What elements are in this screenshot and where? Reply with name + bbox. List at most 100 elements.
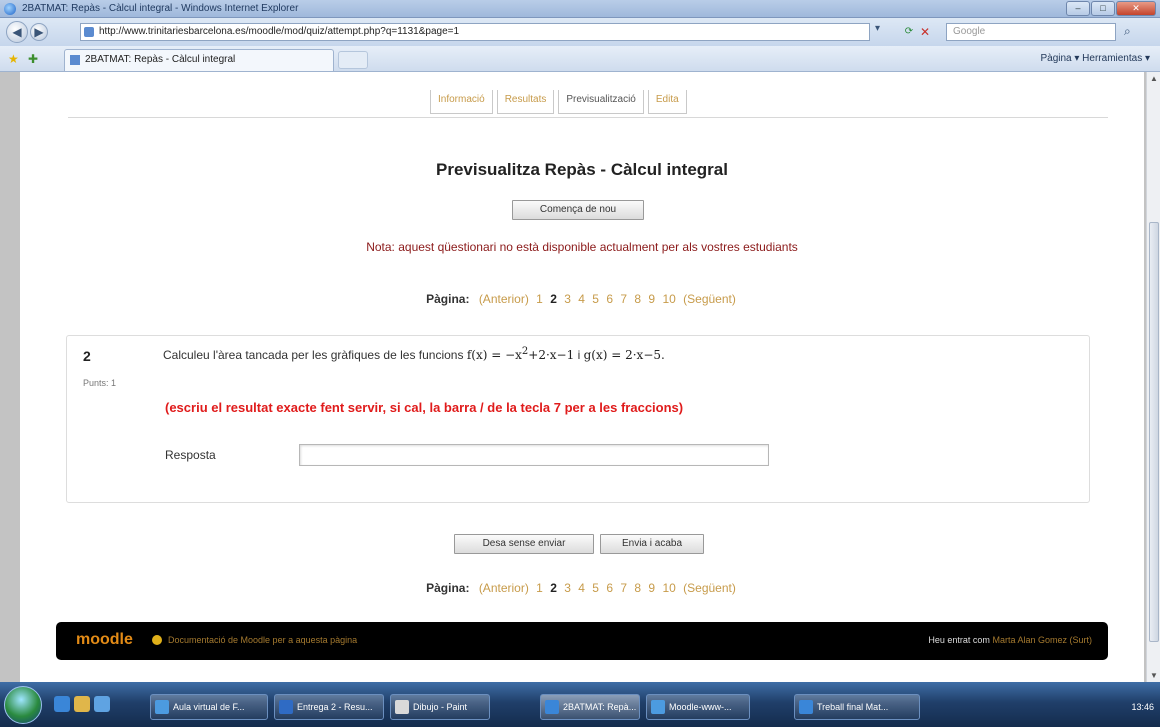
page-current: 2 — [550, 581, 557, 595]
scroll-up-icon[interactable]: ▲ — [1150, 74, 1158, 83]
page-title: Previsualitza Repàs - Càlcul integral — [436, 160, 728, 179]
logged-in-prefix: Heu entrat com — [928, 635, 990, 645]
restart-button[interactable]: Comença de nou — [512, 200, 644, 220]
taskbar-item-active[interactable]: 2BATMAT: Repà... — [540, 694, 640, 720]
system-tray: 13:46 — [1000, 694, 1160, 720]
tab-resultats[interactable]: Resultats — [496, 90, 555, 114]
question-conjunction: i — [577, 348, 581, 362]
taskbar-item[interactable]: Moodle-www-... — [646, 694, 750, 720]
page-link-1[interactable]: 1 — [536, 581, 543, 595]
page-current: 2 — [550, 292, 557, 306]
tab-informacio[interactable]: Informació — [430, 90, 493, 114]
tab-edita[interactable]: Edita — [647, 90, 687, 114]
search-icon[interactable]: ⌕ — [1124, 24, 1131, 39]
page-link-5[interactable]: 5 — [592, 292, 599, 306]
moodle-footer: moodle Documentació de Moodle per a aque… — [56, 622, 1108, 660]
user-link[interactable]: Marta Alan Gomez — [992, 635, 1067, 645]
tab-previsualitzacio[interactable]: Previsualització — [558, 90, 644, 114]
answer-label: Resposta — [165, 448, 216, 462]
page-link-9[interactable]: 9 — [648, 292, 655, 306]
page-link-7[interactable]: 7 — [620, 581, 627, 595]
window-title: 2BATMAT: Repàs - Càlcul integral - Windo… — [22, 3, 299, 14]
page-link-6[interactable]: 6 — [606, 292, 613, 306]
browser-tab[interactable]: 2BATMAT: Repàs - Càlcul integral — [64, 49, 334, 71]
taskbar-item[interactable]: Entrega 2 - Resu... — [274, 694, 384, 720]
taskbar-item[interactable]: Treball final Mat... — [794, 694, 920, 720]
function-g: g(x) = 2·x−5. — [583, 348, 665, 362]
favorites-star-icon[interactable]: ★ — [8, 52, 19, 66]
tab-page-icon — [70, 55, 80, 65]
question-number: 2 — [83, 348, 91, 364]
page-link-3[interactable]: 3 — [564, 581, 571, 595]
moodle-docs-link[interactable]: Documentació de Moodle per a aquesta pàg… — [168, 635, 357, 645]
page-link-7[interactable]: 7 — [620, 292, 627, 306]
page-link-4[interactable]: 4 — [578, 581, 585, 595]
pagination-label: Pàgina: — [426, 581, 470, 595]
info-icon — [152, 635, 162, 645]
window-controls: – □ ✕ — [1066, 1, 1156, 17]
taskbar-item[interactable]: Dibujo - Paint — [390, 694, 490, 720]
page-next-link[interactable]: (Següent) — [683, 292, 736, 306]
submit-all-button[interactable]: Envia i acaba — [600, 534, 704, 554]
address-bar-row: ◀ ▶ http://www.trinitariesbarcelona.es/m… — [0, 18, 1160, 46]
page-link-3[interactable]: 3 — [564, 292, 571, 306]
question-prompt: Calculeu l'àrea tancada per les gràfique… — [163, 348, 464, 362]
page-prev-link[interactable]: (Anterior) — [479, 292, 529, 306]
divider — [68, 117, 1108, 118]
page-link-10[interactable]: 10 — [662, 581, 675, 595]
page-link-8[interactable]: 8 — [634, 292, 641, 306]
search-input[interactable]: Google — [946, 23, 1116, 41]
question-box: 2 Punts: 1 Calculeu l'àrea tancada per l… — [66, 335, 1090, 503]
windows-taskbar: Aula virtual de F... Entrega 2 - Resu...… — [0, 682, 1160, 727]
new-tab-button[interactable] — [338, 51, 368, 69]
close-button[interactable]: ✕ — [1116, 1, 1156, 16]
pagination-bottom: Pàgina: (Anterior) 1 2 3 4 5 6 7 8 9 10 … — [20, 581, 1144, 595]
question-text: Calculeu l'àrea tancada per les gràfique… — [163, 346, 665, 362]
quiz-tabs: Informació Resultats Previsualització Ed… — [430, 90, 687, 114]
answer-input[interactable] — [299, 444, 769, 466]
command-bar[interactable]: Pàgina ▾ Herramientas ▾ — [1040, 53, 1150, 64]
url-text: http://www.trinitariesbarcelona.es/moodl… — [99, 26, 460, 37]
page-link-9[interactable]: 9 — [648, 581, 655, 595]
vertical-scrollbar[interactable]: ▲ ▼ — [1146, 72, 1160, 682]
page-next-link[interactable]: (Següent) — [683, 581, 736, 595]
function-f: f(x) = −x2+2·x−1 — [466, 346, 575, 362]
answer-format-warning: (escriu el resultat exacte fent servir, … — [165, 400, 684, 415]
question-points: Punts: 1 — [83, 378, 117, 388]
taskbar-item[interactable]: Aula virtual de F... — [150, 694, 268, 720]
folder-quicklaunch-icon[interactable] — [74, 696, 90, 712]
page-link-4[interactable]: 4 — [578, 292, 585, 306]
browser-viewport: Informació Resultats Previsualització Ed… — [0, 72, 1160, 682]
add-favorite-icon[interactable]: ✚ — [28, 52, 38, 66]
moodle-logo[interactable]: moodle — [76, 631, 133, 649]
address-input[interactable]: http://www.trinitariesbarcelona.es/moodl… — [80, 23, 870, 41]
ie-icon — [4, 3, 16, 15]
pagination-top: Pàgina: (Anterior) 1 2 3 4 5 6 7 8 9 10 … — [20, 292, 1144, 306]
logged-in-info: Heu entrat com Marta Alan Gomez (Surt) — [928, 635, 1092, 645]
logout-link[interactable]: (Surt) — [1070, 635, 1093, 645]
page-link-5[interactable]: 5 — [592, 581, 599, 595]
page-link-1[interactable]: 1 — [536, 292, 543, 306]
minimize-button[interactable]: – — [1066, 1, 1090, 16]
page-prev-link[interactable]: (Anterior) — [479, 581, 529, 595]
tab-row: ★ ✚ 2BATMAT: Repàs - Càlcul integral Pàg… — [0, 46, 1160, 72]
page-link-10[interactable]: 10 — [662, 292, 675, 306]
start-button[interactable] — [4, 686, 42, 724]
availability-note: Nota: aquest qüestionari no està disponi… — [366, 240, 798, 254]
dropdown-icon[interactable]: ▾ — [875, 23, 880, 34]
clock[interactable]: 13:46 — [1131, 694, 1154, 720]
maximize-button[interactable]: □ — [1091, 1, 1115, 16]
save-without-submit-button[interactable]: Desa sense enviar — [454, 534, 594, 554]
back-button[interactable]: ◀ — [6, 21, 28, 43]
page-link-8[interactable]: 8 — [634, 581, 641, 595]
tab-title: 2BATMAT: Repàs - Càlcul integral — [85, 54, 236, 65]
moodle-page: Informació Resultats Previsualització Ed… — [20, 72, 1144, 682]
page-link-6[interactable]: 6 — [606, 581, 613, 595]
stop-icon[interactable]: ✕ — [916, 23, 934, 41]
scroll-down-icon[interactable]: ▼ — [1150, 671, 1158, 680]
desktop-quicklaunch-icon[interactable] — [94, 696, 110, 712]
forward-button[interactable]: ▶ — [30, 23, 48, 41]
ie-quicklaunch-icon[interactable] — [54, 696, 70, 712]
scroll-thumb[interactable] — [1149, 222, 1159, 642]
page-icon — [84, 27, 94, 37]
